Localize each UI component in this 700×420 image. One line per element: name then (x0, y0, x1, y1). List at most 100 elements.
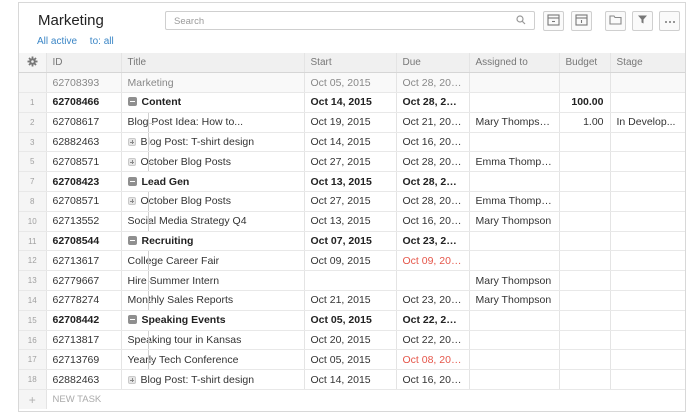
cell-start[interactable]: Oct 07, 2015 (304, 231, 397, 252)
filter-button[interactable] (632, 11, 653, 31)
cell-assigned[interactable] (469, 330, 560, 351)
cell-assigned[interactable]: Mary Thompso... (469, 112, 560, 133)
table-row[interactable]: 5 62708571 October Blog Posts Oct 27, 2015 O… (19, 151, 685, 173)
table-row[interactable]: 17 62713769 Yearly Tech Conference Oct 05, … (19, 349, 685, 371)
cell-start[interactable]: Oct 09, 2015 (304, 250, 397, 272)
column-header-title[interactable]: Title (121, 53, 305, 74)
expand-icon[interactable] (127, 157, 136, 166)
cell-id[interactable]: 62779667 (46, 270, 122, 292)
table-row[interactable]: 8 62708571 October Blog Posts Oct 27, 2015 O… (19, 191, 685, 212)
cell-stage[interactable] (610, 151, 685, 173)
table-row[interactable]: 10 62713552 Social Media Strategy Q4 Oct 13… (19, 211, 685, 232)
cell-id[interactable]: 62708423 (46, 171, 122, 193)
cell-start[interactable]: Oct 27, 2015 (304, 191, 397, 212)
cell-start[interactable]: Oct 20, 2015 (304, 330, 397, 351)
cell-title[interactable]: Recruiting (121, 231, 305, 252)
archive-out-button[interactable] (571, 11, 592, 31)
cell-budget[interactable] (559, 270, 611, 292)
cell-due[interactable]: Oct 21, 2015 (396, 112, 470, 133)
settings-column-header[interactable] (19, 53, 47, 74)
new-task-button[interactable]: NEW TASK (46, 389, 685, 410)
cell-start[interactable]: Oct 13, 2015 (304, 211, 397, 232)
cell-assigned[interactable] (469, 92, 560, 113)
cell-id[interactable]: 62708466 (46, 92, 122, 113)
cell-assigned[interactable]: Emma Thomps... (469, 151, 560, 173)
table-row[interactable]: 62708393 Marketing Oct 05, 2015 Oct 28, 201… (19, 72, 685, 94)
cell-stage[interactable]: In Develop... (610, 112, 685, 133)
cell-assigned[interactable] (469, 132, 560, 153)
cell-budget[interactable]: 100.00 (559, 92, 611, 113)
column-header-assigned[interactable]: Assigned to (469, 53, 560, 74)
cell-stage[interactable] (610, 250, 685, 272)
cell-stage[interactable] (610, 211, 685, 232)
cell-start[interactable]: Oct 05, 2015 (304, 72, 397, 94)
cell-title[interactable]: October Blog Posts (121, 191, 305, 212)
expand-icon[interactable] (127, 375, 136, 384)
cell-assigned[interactable]: Mary Thompson (469, 270, 560, 292)
table-row[interactable]: 13 62779667 Hire Summer Intern Mary Thompso… (19, 270, 685, 292)
column-header-budget[interactable]: Budget (559, 53, 611, 74)
cell-stage[interactable] (610, 231, 685, 252)
column-header-stage[interactable]: Stage (610, 53, 685, 74)
cell-due[interactable]: Oct 16, 2015 (396, 369, 470, 391)
cell-title[interactable]: Monthly Sales Reports (121, 290, 305, 311)
collapse-icon[interactable] (127, 236, 137, 246)
cell-id[interactable]: 62708393 (46, 72, 122, 94)
column-header-start[interactable]: Start (304, 53, 397, 74)
cell-title[interactable]: Yearly Tech Conference (121, 349, 305, 371)
cell-title[interactable]: Content (121, 92, 305, 113)
cell-start[interactable] (304, 270, 397, 292)
folder-button[interactable] (605, 11, 626, 31)
table-row[interactable]: 15 62708442 Speaking Events Oct 05, 2015 Oct… (19, 310, 685, 331)
cell-due[interactable]: Oct 16, 2015 (396, 211, 470, 232)
cell-assigned[interactable] (469, 171, 560, 193)
cell-budget[interactable]: 1.00 (559, 112, 611, 133)
table-row[interactable]: 3 62882463 Blog Post: T-shirt design Oct 14… (19, 132, 685, 153)
cell-start[interactable]: Oct 27, 2015 (304, 151, 397, 173)
cell-title[interactable]: October Blog Posts (121, 151, 305, 173)
cell-budget[interactable] (559, 211, 611, 232)
cell-budget[interactable] (559, 250, 611, 272)
cell-id[interactable]: 62708571 (46, 191, 122, 212)
cell-start[interactable]: Oct 19, 2015 (304, 112, 397, 133)
cell-due[interactable]: Oct 28, 2015 (396, 171, 470, 193)
table-row[interactable]: 14 62778274 Monthly Sales Reports Oct 21, 2… (19, 290, 685, 311)
cell-budget[interactable] (559, 369, 611, 391)
cell-title[interactable]: Marketing (121, 72, 305, 94)
cell-title[interactable]: Social Media Strategy Q4 (121, 211, 305, 232)
cell-title[interactable]: College Career Fair (121, 250, 305, 272)
cell-id[interactable]: 62713817 (46, 330, 122, 351)
cell-stage[interactable] (610, 310, 685, 331)
cell-title[interactable]: Lead Gen (121, 171, 305, 193)
cell-stage[interactable] (610, 369, 685, 391)
cell-start[interactable]: Oct 13, 2015 (304, 171, 397, 193)
cell-due[interactable]: Oct 28, 2015 (396, 72, 470, 94)
cell-stage[interactable] (610, 330, 685, 351)
cell-assigned[interactable]: Mary Thompson (469, 290, 560, 311)
table-row[interactable]: 12 62713617 College Career Fair Oct 09, 201… (19, 250, 685, 272)
cell-id[interactable]: 62713552 (46, 211, 122, 232)
cell-due[interactable]: Oct 23, 2015 (396, 231, 470, 252)
cell-assigned[interactable] (469, 72, 560, 94)
column-header-due[interactable]: Due (396, 53, 470, 74)
cell-title[interactable]: Blog Post Idea: How to... (121, 112, 305, 133)
more-button[interactable] (659, 11, 680, 31)
table-row[interactable]: 1 62708466 Content Oct 14, 2015 Oct 28, 2015… (19, 92, 685, 113)
cell-due[interactable]: Oct 09, 2015 (396, 250, 470, 272)
cell-assigned[interactable]: Mary Thompson (469, 211, 560, 232)
collapse-icon[interactable] (127, 97, 137, 107)
cell-id[interactable]: 62882463 (46, 132, 122, 153)
cell-id[interactable]: 62708571 (46, 151, 122, 173)
cell-budget[interactable] (559, 310, 611, 331)
cell-due[interactable]: Oct 08, 2015 (396, 349, 470, 371)
cell-due[interactable]: Oct 16, 2015 (396, 132, 470, 153)
expand-icon[interactable] (127, 197, 136, 206)
cell-id[interactable]: 62713769 (46, 349, 122, 371)
cell-stage[interactable] (610, 171, 685, 193)
cell-budget[interactable] (559, 132, 611, 153)
cell-stage[interactable] (610, 132, 685, 153)
cell-assigned[interactable] (469, 250, 560, 272)
cell-id[interactable]: 62778274 (46, 290, 122, 311)
new-task-row[interactable]: + NEW TASK (19, 389, 685, 410)
cell-id[interactable]: 62708442 (46, 310, 122, 331)
